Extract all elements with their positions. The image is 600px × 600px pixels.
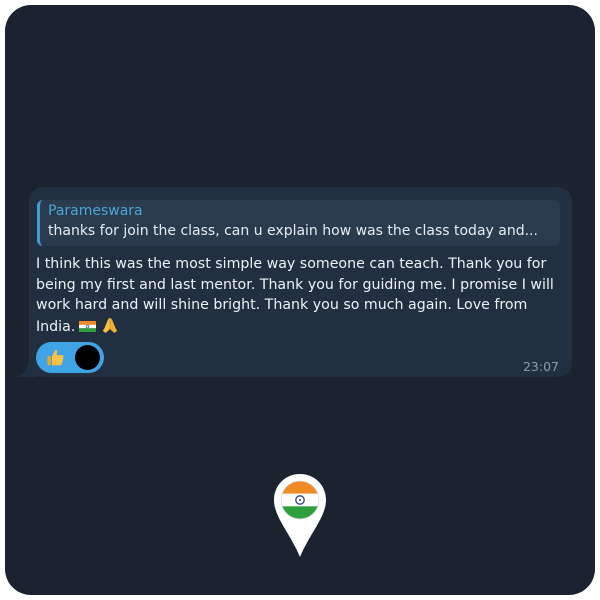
reply-author: Parameswara	[48, 203, 143, 219]
chat-screen: Parameswara thanks for join the class, c…	[5, 5, 595, 595]
folded-hands-icon	[102, 317, 118, 333]
reactor-avatar[interactable]	[75, 345, 100, 370]
reaction-thumbs-up[interactable]	[36, 342, 104, 373]
reply-quote[interactable]: Parameswara thanks for join the class, c…	[37, 200, 560, 246]
message-body: I think this was the most simple way som…	[36, 254, 566, 337]
reply-text: thanks for join the class, can u explain…	[48, 223, 538, 239]
location-pin-icon[interactable]	[273, 473, 327, 559]
thumbs-up-icon	[47, 349, 64, 366]
message-bubble[interactable]: Parameswara thanks for join the class, c…	[29, 187, 572, 377]
message-time: 23:07	[522, 359, 559, 374]
flag-india-icon	[79, 320, 97, 332]
